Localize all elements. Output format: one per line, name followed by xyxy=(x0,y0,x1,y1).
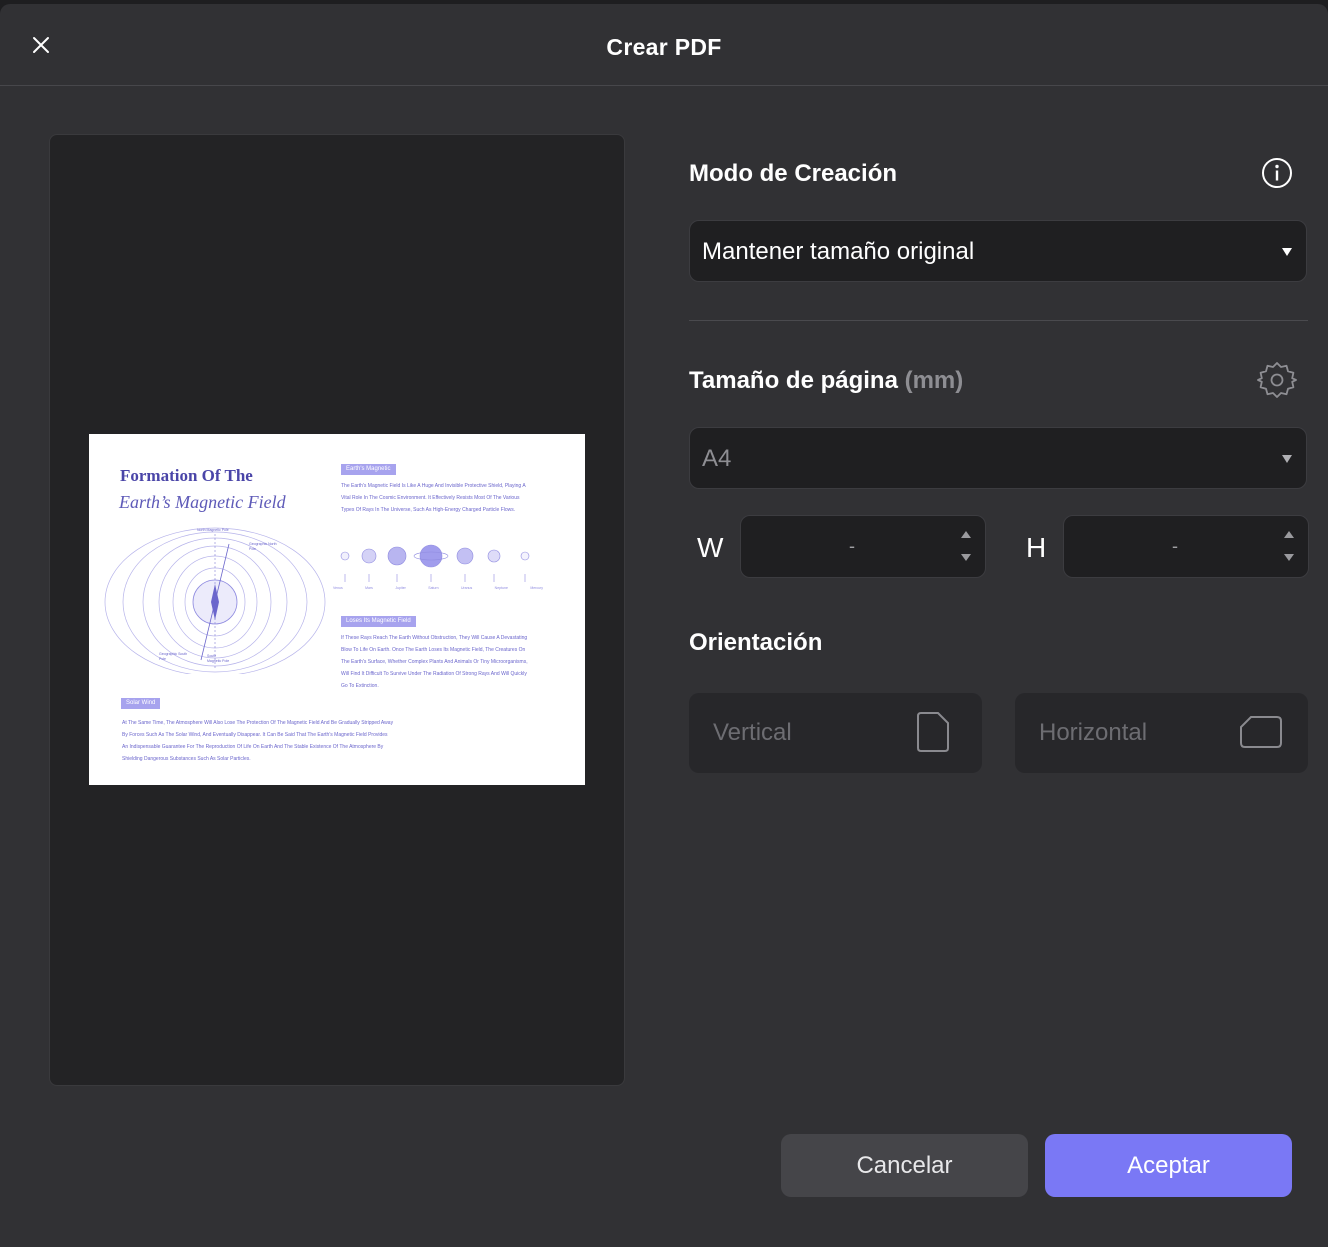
page-size-heading-label: Tamaño de página xyxy=(689,367,898,394)
height-stepper[interactable]: - xyxy=(1063,515,1309,578)
width-label: W xyxy=(697,532,724,563)
orientation-vertical-label: Vertical xyxy=(713,719,792,746)
label-geographic-south: Geographic South Pole xyxy=(159,652,188,661)
height-label: H xyxy=(1026,532,1047,563)
planet-labels: Venus Mars Jupiter Saturn Uranus Neptune… xyxy=(333,586,543,590)
preview-panel: Formation Of The Earth’s Magnetic Field … xyxy=(49,134,625,1086)
orientation-horizontal-option[interactable]: Horizontal xyxy=(1015,693,1308,773)
portrait-page-icon xyxy=(917,712,949,752)
page-size-select[interactable]: A4 xyxy=(689,427,1307,489)
info-icon xyxy=(1262,158,1292,188)
planets-diagram xyxy=(340,544,530,582)
page-size-unit: (mm) xyxy=(904,367,964,394)
gear-icon xyxy=(1257,362,1297,398)
page-size-value: A4 xyxy=(702,445,732,472)
doc-title-line2: Earth’s Magnetic Field xyxy=(119,492,286,512)
create-pdf-dialog: Crear PDF Formation Of The Earth’s Magne… xyxy=(0,4,1328,1247)
width-decrement-icon[interactable] xyxy=(961,554,971,561)
orientation-vertical-option[interactable]: Vertical xyxy=(689,693,982,773)
dialog-title: Crear PDF xyxy=(606,34,722,60)
planet-label: Jupiter xyxy=(395,586,406,590)
doc-paragraph-2: If These Rays Reach The Earth Without Ob… xyxy=(341,635,528,689)
label-south-magnetic: South Magnetic Pole xyxy=(207,654,230,663)
height-increment-icon[interactable] xyxy=(1284,531,1294,538)
section-divider xyxy=(689,320,1308,321)
label-north-magnetic: North Magnetic Pole xyxy=(197,528,229,532)
doc-tag-magnetic: Earth's Magnetic xyxy=(341,464,396,475)
height-value: - xyxy=(1172,536,1178,556)
doc-tag-solar-wind: Solar Wind xyxy=(121,698,161,709)
planet-label: Saturn xyxy=(428,586,439,590)
accept-button[interactable]: Aceptar xyxy=(1045,1134,1292,1197)
info-button[interactable] xyxy=(1261,157,1293,194)
doc-paragraph-1: The Earth's Magnetic Field Is Like A Hug… xyxy=(341,483,526,513)
doc-paragraph-3: At The Same Time, The Atmosphere Will Al… xyxy=(122,720,394,762)
label-geographic-north: Geographic North Pole xyxy=(249,542,277,551)
cancel-button[interactable]: Cancelar xyxy=(781,1134,1028,1197)
planet-label: Mars xyxy=(365,586,373,590)
planet-label: Venus xyxy=(333,586,343,590)
doc-title-line1: Formation Of The xyxy=(120,466,253,485)
magnetic-field-diagram xyxy=(104,527,326,674)
chevron-down-icon xyxy=(1282,455,1292,463)
creation-mode-value: Mantener tamaño original xyxy=(702,238,975,265)
page-size-settings-button[interactable] xyxy=(1257,360,1297,405)
orientation-horizontal-label: Horizontal xyxy=(1039,719,1148,746)
page-size-heading: Tamaño de página (mm) xyxy=(689,367,963,395)
planet-label: Neptune xyxy=(494,586,508,590)
doc-tag-loses-field: Loses Its Magnetic Field xyxy=(341,616,416,627)
orientation-heading: Orientación xyxy=(689,629,823,656)
planet-label: Mercury xyxy=(530,586,543,590)
document-thumbnail: Formation Of The Earth’s Magnetic Field … xyxy=(89,434,585,785)
width-increment-icon[interactable] xyxy=(961,531,971,538)
width-stepper[interactable]: - xyxy=(740,515,986,578)
creation-mode-select[interactable]: Mantener tamaño original xyxy=(689,220,1307,282)
creation-mode-heading: Modo de Creación xyxy=(689,160,898,187)
planet-label: Uranus xyxy=(460,586,473,590)
chevron-down-icon xyxy=(1282,248,1292,256)
landscape-page-icon xyxy=(1240,716,1282,748)
width-value: - xyxy=(849,536,855,556)
height-decrement-icon[interactable] xyxy=(1284,554,1294,561)
dialog-titlebar: Crear PDF xyxy=(0,4,1328,86)
